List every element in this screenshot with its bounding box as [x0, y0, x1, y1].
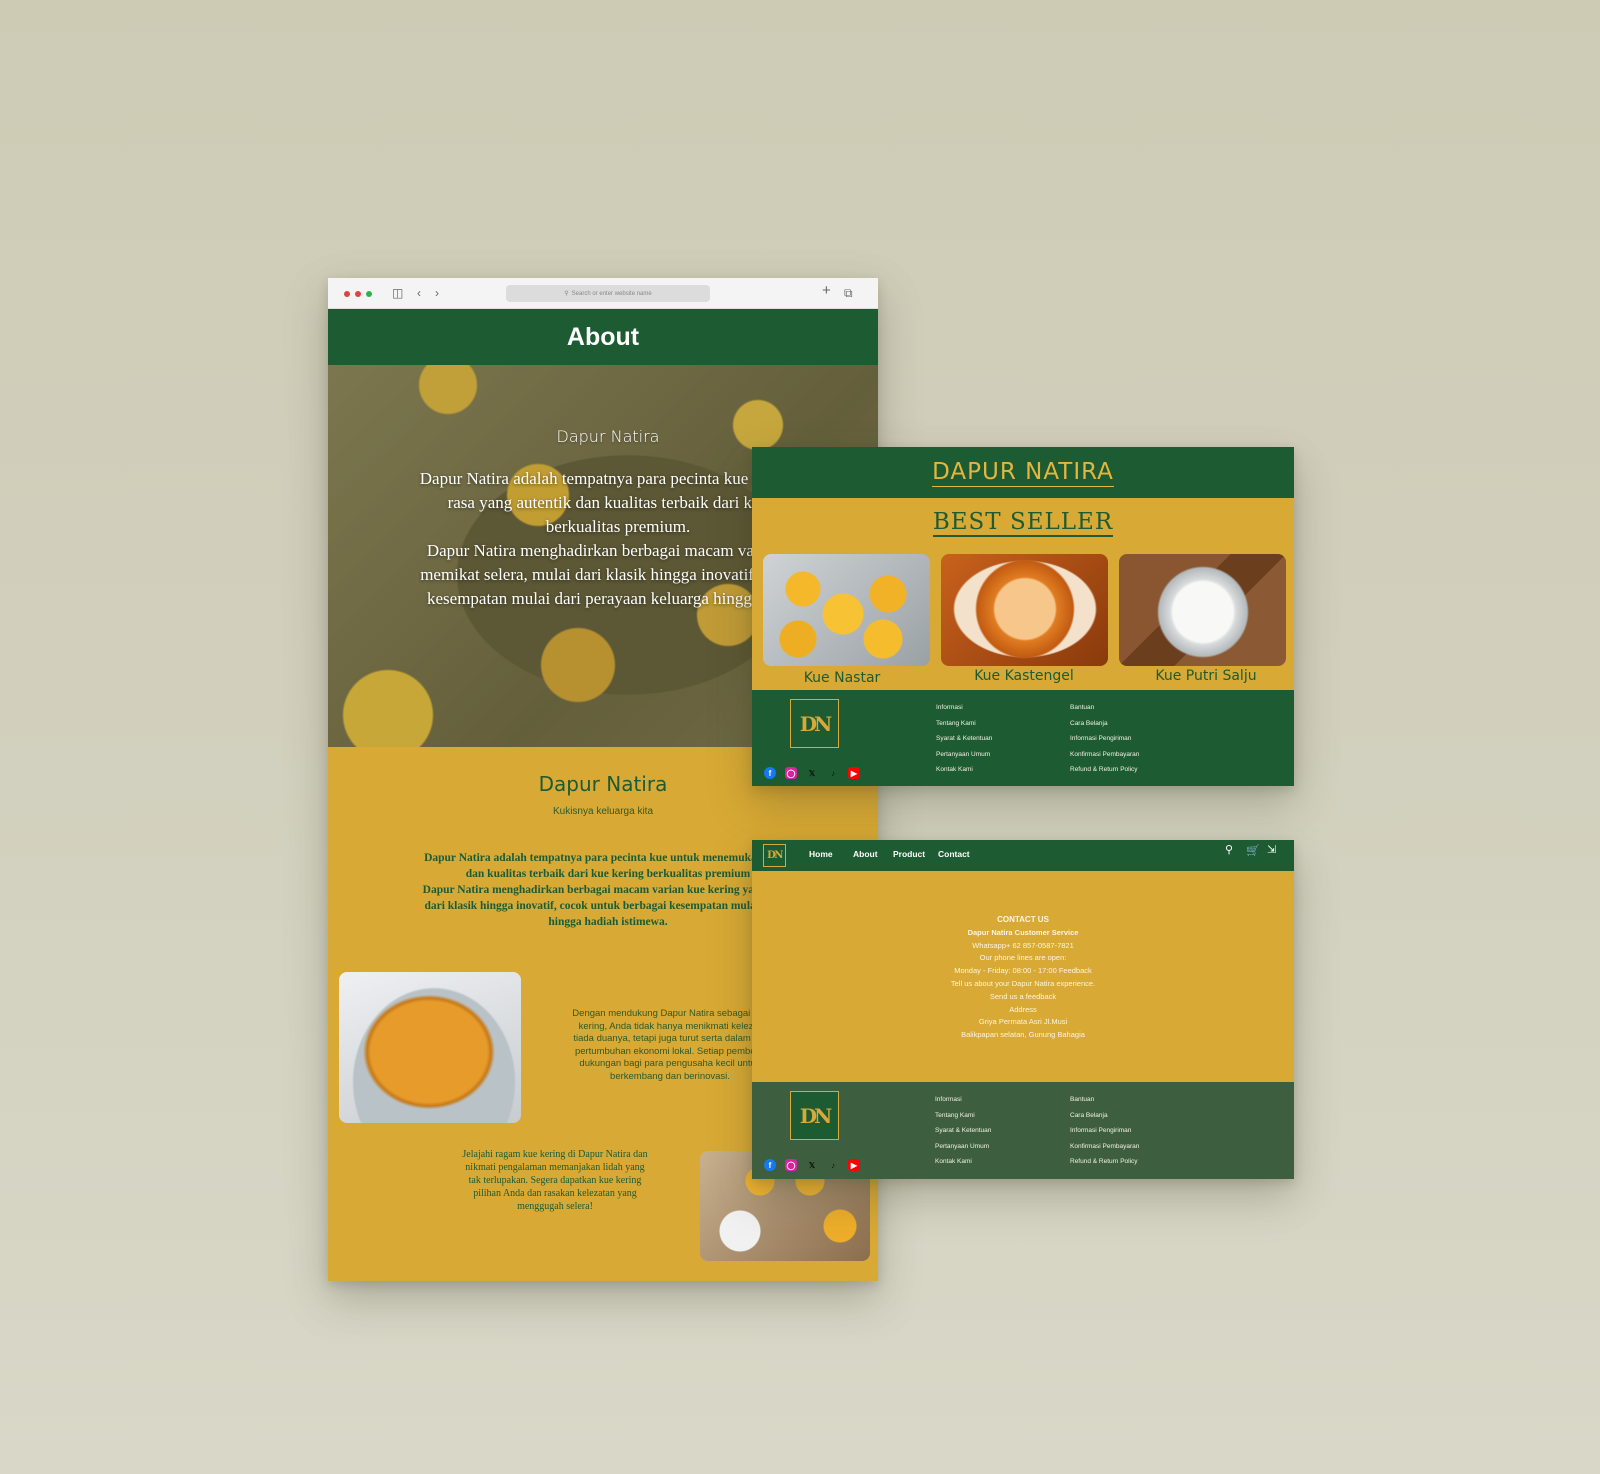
instagram-icon[interactable]: ◯ — [785, 767, 797, 779]
nav-home[interactable]: Home — [809, 849, 833, 859]
forward-arrow-icon[interactable]: › — [435, 284, 439, 302]
best-seller-title: BEST SELLER — [932, 509, 1114, 537]
contact-line: Dapur Natira Customer Service — [967, 927, 1079, 937]
kastengel-jar-photo — [339, 972, 521, 1123]
page-title: About — [566, 322, 640, 351]
footer-link[interactable]: Cara Belanja — [1070, 1108, 1139, 1124]
brand-name[interactable]: DAPUR NATIRA — [932, 459, 1114, 487]
footer-link[interactable]: Kontak Kami — [935, 1154, 991, 1170]
footer-link[interactable]: Konfirmasi Pembayaran — [1070, 1139, 1139, 1155]
best-seller-page: DAPUR NATIRA BEST SELLER Kue Nastar Kue … — [752, 447, 1294, 786]
dn-logo[interactable]: DN — [790, 699, 839, 748]
footer-link[interactable]: Informasi — [935, 1092, 991, 1108]
tiktok-icon[interactable]: ♪ — [827, 767, 839, 779]
top-nav: DN Home About Product Contact ⚲ 🛒 ⇲ — [752, 840, 1294, 871]
brand-header: DAPUR NATIRA — [752, 447, 1294, 498]
footer-link[interactable]: Syarat & Ketentuan — [936, 731, 992, 747]
nav-contact[interactable]: Contact — [938, 849, 970, 859]
best-seller-heading: BEST SELLER — [752, 509, 1294, 537]
hero-title: Dapur Natira — [556, 427, 660, 446]
footer-link[interactable]: Tentang Kami — [936, 716, 992, 732]
footer-link[interactable]: Bantuan — [1070, 1092, 1139, 1108]
search-icon: ⚲ — [564, 291, 569, 297]
close-window-dot[interactable] — [344, 291, 350, 297]
maximize-window-dot[interactable] — [366, 291, 372, 297]
minimize-window-dot[interactable] — [355, 291, 361, 297]
footer-link[interactable]: Syarat & Ketentuan — [935, 1123, 991, 1139]
product-label[interactable]: Kue Nastar — [752, 670, 932, 686]
page-header: About — [328, 309, 878, 365]
footer-link[interactable]: Informasi Pengiriman — [1070, 1123, 1139, 1139]
footer-link[interactable]: Informasi — [936, 700, 992, 716]
product-image-putri-salju[interactable] — [1119, 554, 1286, 666]
browser-chrome: ◫ ‹ › ⚲ Search or enter website name + ⧉ — [328, 278, 878, 309]
contact-page: DN Home About Product Contact ⚲ 🛒 ⇲ CONT… — [752, 840, 1294, 1179]
section-subtitle: Kukisnya keluarga kita — [552, 806, 654, 817]
contact-line: Tell us about your Dapur Natira experien… — [950, 978, 1096, 988]
facebook-icon[interactable]: f — [764, 1159, 776, 1171]
contact-line: Our phone lines are open: — [979, 953, 1067, 963]
nav-product[interactable]: Product — [893, 849, 925, 859]
x-icon[interactable]: 𝕏 — [806, 1159, 818, 1171]
contact-line: Address — [1009, 1004, 1037, 1014]
youtube-icon[interactable]: ▶ — [848, 1159, 860, 1171]
facebook-icon[interactable]: f — [764, 767, 776, 779]
dn-logo[interactable]: DN — [790, 1091, 839, 1140]
contact-info: CONTACT US Dapur Natira Customer Service… — [752, 914, 1294, 1042]
footer-link[interactable]: Pertanyaan Umum — [935, 1139, 991, 1155]
new-tab-icon[interactable]: + — [822, 282, 831, 300]
nav-about[interactable]: About — [853, 849, 878, 859]
address-placeholder: Search or enter website name — [571, 290, 652, 297]
nav-logo[interactable]: DN — [763, 844, 786, 867]
x-icon[interactable]: 𝕏 — [806, 767, 818, 779]
contact-line[interactable]: Send us a feedback — [752, 991, 1294, 1004]
cart-icon[interactable]: 🛒 — [1246, 844, 1260, 857]
back-arrow-icon[interactable]: ‹ — [417, 284, 421, 302]
contact-line: Monday - Friday: 08:00 - 17:00 Feedback — [954, 966, 1092, 976]
site-footer: DN Informasi Tentang Kami Syarat & Keten… — [752, 1082, 1294, 1179]
tiktok-icon[interactable]: ♪ — [827, 1159, 839, 1171]
footer-link[interactable]: Kontak Kami — [936, 762, 992, 778]
footer-col-info: Informasi Tentang Kami Syarat & Ketentua… — [936, 700, 992, 778]
footer-link[interactable]: Informasi Pengiriman — [1070, 731, 1139, 747]
product-image-kastengel[interactable] — [941, 554, 1108, 666]
explore-paragraph: Jelajahi ragam kue kering di Dapur Natir… — [462, 1149, 648, 1212]
contact-line: Balikpapan selatan, Gunung Bahagia — [961, 1030, 1085, 1040]
footer-link[interactable]: Cara Belanja — [1070, 716, 1139, 732]
youtube-icon[interactable]: ▶ — [848, 767, 860, 779]
footer-link[interactable]: Refund & Return Policy — [1070, 762, 1139, 778]
site-footer: DN Informasi Tentang Kami Syarat & Keten… — [752, 690, 1294, 786]
footer-col-help: Bantuan Cara Belanja Informasi Pengirima… — [1070, 1092, 1139, 1170]
footer-col-info: Informasi Tentang Kami Syarat & Ketentua… — [935, 1092, 991, 1170]
footer-col-help: Bantuan Cara Belanja Informasi Pengirima… — [1070, 700, 1139, 778]
contact-line: Griya Permata Asri Jl.Musi — [978, 1017, 1068, 1027]
login-icon[interactable]: ⇲ — [1267, 843, 1276, 856]
footer-link[interactable]: Konfirmasi Pembayaran — [1070, 747, 1139, 763]
tabs-overview-icon[interactable]: ⧉ — [844, 284, 853, 302]
contact-heading: CONTACT US — [997, 915, 1049, 924]
address-bar[interactable]: ⚲ Search or enter website name — [506, 285, 710, 302]
product-image-nastar[interactable] — [763, 554, 930, 666]
social-links: f ◯ 𝕏 ♪ ▶ — [764, 1159, 860, 1171]
product-label[interactable]: Kue Kastengel — [934, 668, 1114, 684]
sidebar-icon[interactable]: ◫ — [392, 284, 403, 302]
social-links: f ◯ 𝕏 ♪ ▶ — [764, 767, 860, 779]
instagram-icon[interactable]: ◯ — [785, 1159, 797, 1171]
footer-link[interactable]: Tentang Kami — [935, 1108, 991, 1124]
footer-link[interactable]: Refund & Return Policy — [1070, 1154, 1139, 1170]
footer-link[interactable]: Bantuan — [1070, 700, 1139, 716]
product-label[interactable]: Kue Putri Salju — [1116, 668, 1294, 684]
search-icon[interactable]: ⚲ — [1225, 843, 1233, 856]
footer-link[interactable]: Pertanyaan Umum — [936, 747, 992, 763]
contact-line[interactable]: Whatsapp+ 62 857-0587-7821 — [752, 940, 1294, 953]
